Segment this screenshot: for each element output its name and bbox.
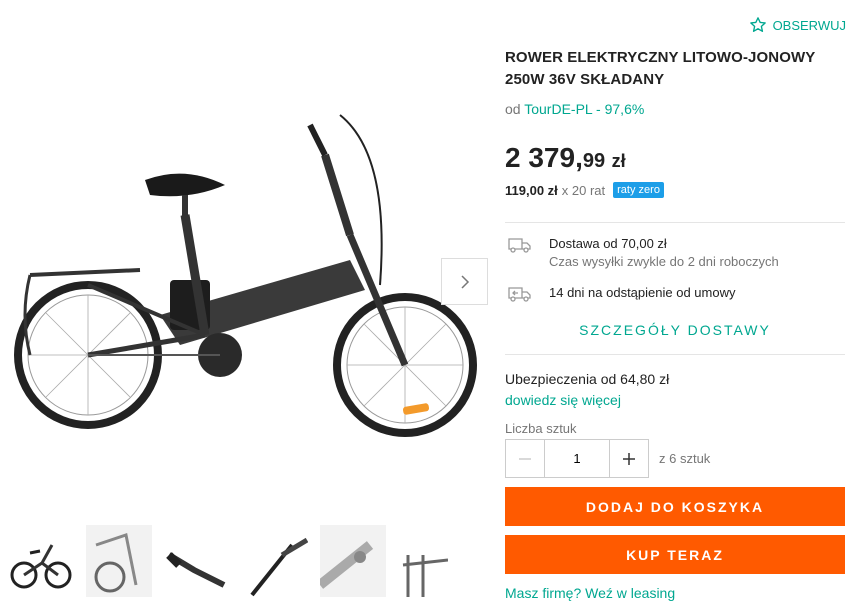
quantity-input[interactable] [545,439,609,478]
minus-icon [519,457,531,460]
add-to-cart-button[interactable]: DODAJ DO KOSZYKA [505,487,845,526]
quantity-available: z 6 sztuk [659,451,711,466]
star-outline-icon [749,17,766,32]
installment-amount: 119,00 zł [505,182,558,198]
return-truck-icon [508,287,531,302]
product-gallery [0,0,490,604]
installments: 119,00 zł x 20 rat raty zero [505,182,664,198]
plus-icon [623,452,635,465]
buy-now-button[interactable]: KUP TERAZ [505,535,845,574]
watch-label: OBSERWUJ [772,17,846,33]
product-price: 2 379,99 zł [505,142,626,174]
thumbnail-6[interactable] [398,525,448,597]
thumbnail-5[interactable] [320,525,386,597]
quantity-stepper: z 6 sztuk [505,439,710,478]
thumbnail-strip [0,525,490,604]
insurance-label: Ubezpieczenia od 64,80 zł [505,371,670,387]
quantity-decrease-button[interactable] [505,439,545,478]
divider [505,222,845,223]
price-cents: 99 [582,150,606,172]
seller-link[interactable]: TourDE-PL - 97,6% [524,101,644,117]
quantity-label: Liczba sztuk [505,421,577,436]
insurance-more-link[interactable]: dowiedz się więcej [505,392,621,408]
delivery-time: Czas wysyłki zwykle do 2 dni roboczych [549,254,779,269]
thumbnail-4[interactable] [242,525,308,597]
thumbnail-3[interactable] [164,525,230,597]
delivery-cost: Dostawa od 70,00 zł [549,236,667,251]
price-currency: zł [611,151,626,171]
raty-zero-badge[interactable]: raty zero [613,182,664,198]
price-main: 2 379, [505,142,583,173]
quantity-increase-button[interactable] [609,439,649,478]
returns-text: 14 dni na odstąpienie od umowy [549,285,736,300]
installment-count: x 20 rat [561,182,606,198]
returns-info: 14 dni na odstąpienie od umowy [505,285,735,303]
truck-icon [508,238,531,253]
chevron-right-icon [460,274,469,289]
gallery-next-button[interactable] [441,258,488,305]
thumbnail-2[interactable] [86,525,152,597]
delivery-info: Dostawa od 70,00 zł Czas wysyłki zwykle … [505,236,779,269]
thumbnail-1[interactable] [8,525,74,597]
seller-prefix: od [505,101,521,117]
seller-info: od TourDE-PL - 97,6% [505,101,644,117]
watch-button[interactable]: OBSERWUJ [749,16,846,34]
delivery-details-link[interactable]: SZCZEGÓŁY DOSTAWY [505,322,845,338]
divider [505,354,845,355]
product-title: ROWER ELEKTRYCZNY LITOWO-JONOWY 250W 36V… [505,49,816,88]
product-main-image[interactable] [10,85,480,455]
leasing-link[interactable]: Masz firmę? Weź w leasing [505,585,675,601]
